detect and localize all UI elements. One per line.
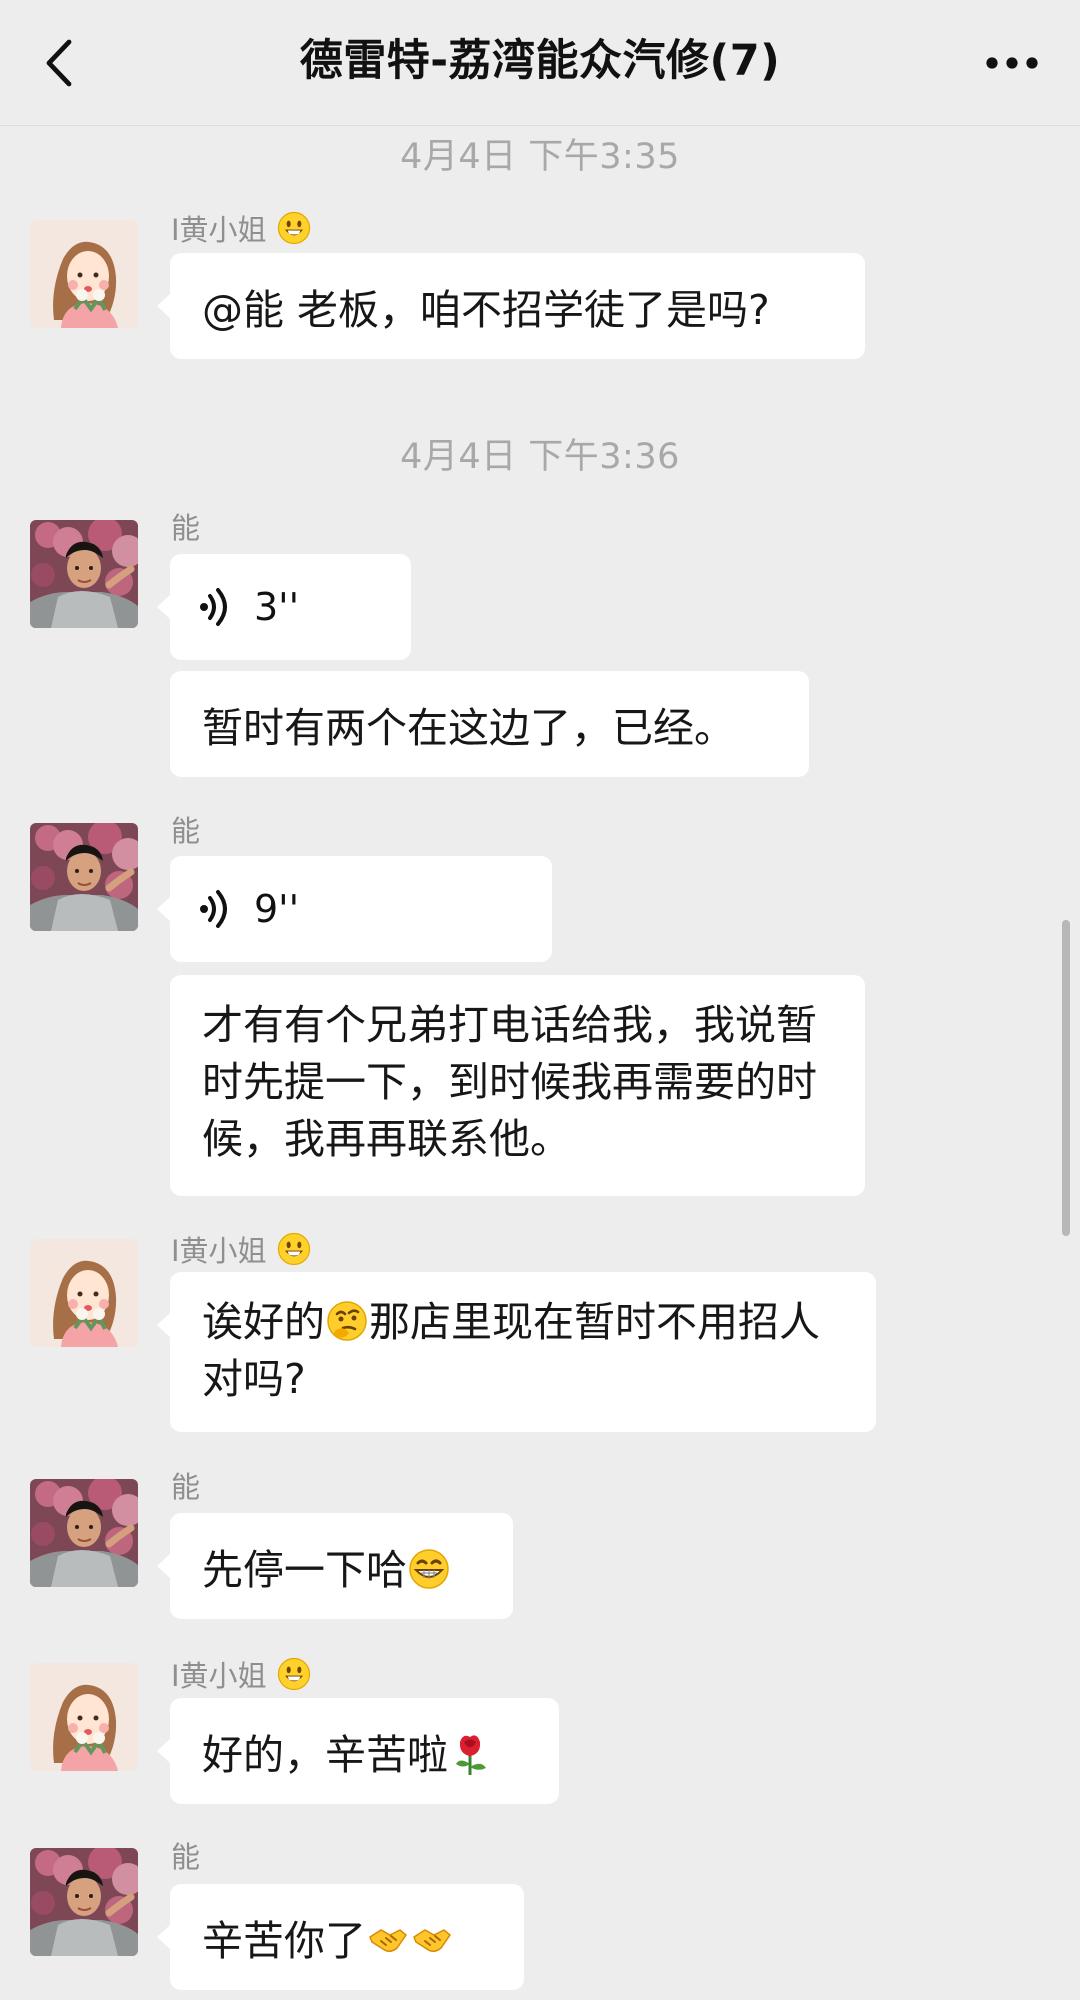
smile-emoji <box>277 1232 310 1266</box>
chat-title: 德雷特-荔湾能众汽修(7) <box>299 36 781 86</box>
avatar-neng[interactable] <box>30 520 138 628</box>
sender-name: I黄小姐 <box>171 1231 312 1268</box>
sender-name: 能 <box>171 511 201 545</box>
avatar-huang[interactable] <box>30 1239 138 1347</box>
message-bubble[interactable]: 先停一下哈 <box>157 1513 513 1619</box>
thinking-emoji <box>327 1301 367 1341</box>
timestamp: 4月4日 下午3:36 <box>400 437 680 477</box>
voice-duration: 9'' <box>254 887 300 931</box>
timestamp: 4月4日 下午3:35 <box>400 137 680 177</box>
rose-emoji <box>456 1735 486 1775</box>
more-button[interactable] <box>979 46 1045 80</box>
smile-emoji <box>277 211 310 245</box>
message-bubble[interactable]: 诶好的 那店里现在暂时不用招人对吗? <box>157 1272 876 1432</box>
sender-name: 能 <box>171 1840 201 1874</box>
handshake-emoji <box>369 1929 408 1952</box>
voice-wave-icon <box>200 588 227 626</box>
message-list[interactable]: 4月4日 下午3:35 I黄小姐 @能 老板，咱不招学徒了是吗? 4月4日 下午… <box>0 126 1080 2000</box>
avatar-huang[interactable] <box>30 220 138 328</box>
scrollbar[interactable] <box>1062 920 1070 1236</box>
more-icon <box>986 57 1038 69</box>
voice-message[interactable]: 3'' <box>157 554 411 660</box>
back-button[interactable] <box>34 36 84 90</box>
chevron-left-icon <box>46 39 72 87</box>
message-bubble[interactable]: 好的，辛苦啦 <box>157 1698 559 1804</box>
handshake-emoji <box>413 1929 452 1952</box>
avatar-neng[interactable] <box>30 1479 138 1587</box>
message-bubble[interactable]: 才有有个兄弟打电话给我，我说暂时先提一下，到时候我再需要的时候，我再再联系他。 <box>170 975 865 1196</box>
sender-name: 能 <box>171 814 201 848</box>
message-bubble[interactable]: 暂时有两个在这边了，已经。 <box>170 671 809 777</box>
voice-message[interactable]: 9'' <box>157 856 552 962</box>
grin-emoji <box>409 1549 449 1589</box>
smile-emoji <box>277 1657 310 1691</box>
avatar-neng[interactable] <box>30 1848 138 1956</box>
voice-duration: 3'' <box>254 585 300 629</box>
avatar-huang[interactable] <box>30 1663 138 1771</box>
sender-name: I黄小姐 <box>171 1656 312 1693</box>
message-bubble[interactable]: 辛苦你了 <box>157 1884 524 1990</box>
sender-name: I黄小姐 <box>171 210 312 247</box>
voice-wave-icon <box>200 890 227 928</box>
chat-header: 德雷特-荔湾能众汽修(7) <box>0 0 1080 126</box>
wechat-chat-screen: 德雷特-荔湾能众汽修(7) 4月4日 下午3:35 I黄小姐 @能 老板，咱不招… <box>0 0 1080 2000</box>
avatar-neng[interactable] <box>30 823 138 931</box>
message-bubble[interactable]: @能 老板，咱不招学徒了是吗? <box>157 253 865 359</box>
sender-name: 能 <box>171 1470 201 1504</box>
